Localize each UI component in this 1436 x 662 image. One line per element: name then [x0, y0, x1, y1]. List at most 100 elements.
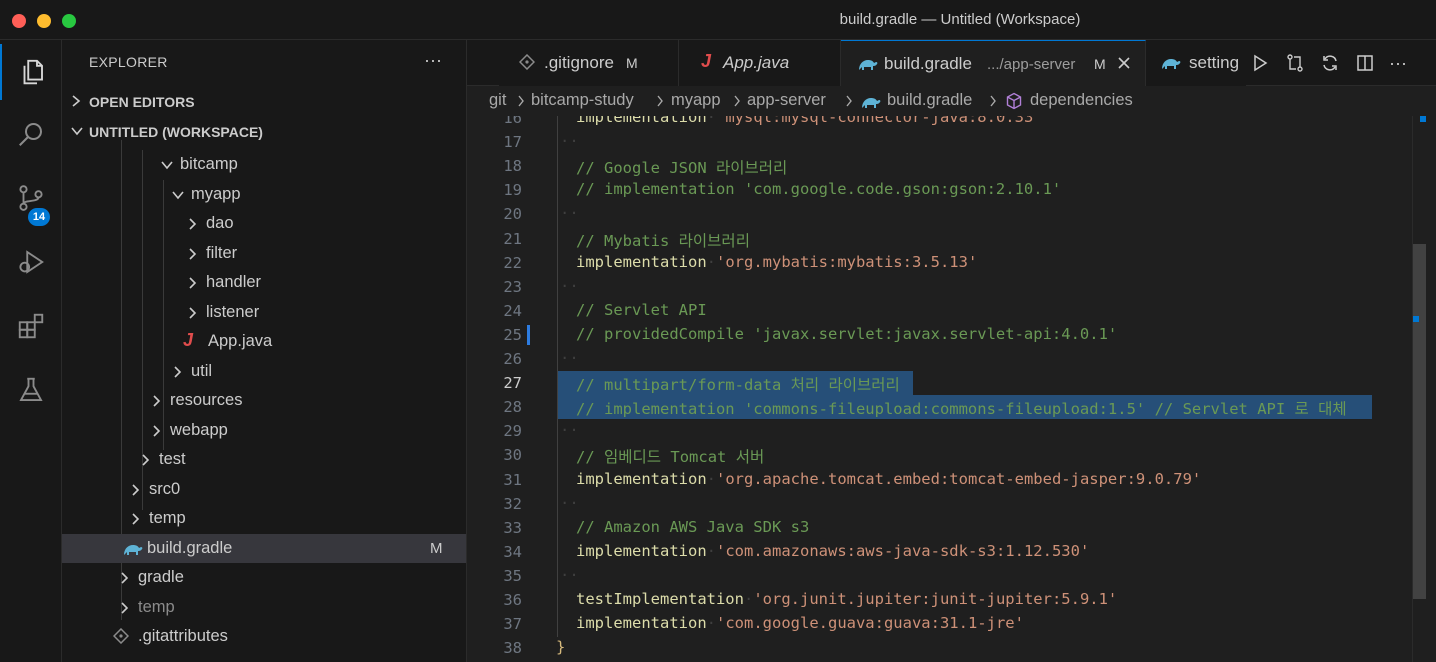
breadcrumb-item[interactable]: bitcamp-study: [531, 91, 634, 110]
run-button[interactable]: [1249, 52, 1271, 74]
line-number: 22: [503, 253, 522, 272]
code-line[interactable]: 24 // Servlet API: [467, 298, 1436, 324]
maximize-window-button[interactable]: [62, 14, 76, 28]
line-number: 37: [503, 615, 522, 634]
tree-folder[interactable]: dao: [62, 209, 466, 238]
tree-folder[interactable]: temp: [62, 504, 466, 533]
whitespace-marker: ··: [560, 204, 579, 223]
whitespace-marker: ··: [560, 276, 579, 295]
tree-folder[interactable]: listener: [62, 298, 466, 327]
code-line[interactable]: 20 ··: [467, 202, 1436, 228]
tree-folder[interactable]: test: [62, 445, 466, 474]
open-editors-section[interactable]: OPEN EDITORS: [62, 88, 466, 116]
breadcrumb-item[interactable]: myapp: [671, 91, 721, 110]
code-line[interactable]: 26 ··: [467, 347, 1436, 372]
breadcrumb-item[interactable]: app-server: [747, 91, 826, 110]
chevron-right-icon: [153, 424, 161, 437]
explorer-activity[interactable]: [0, 44, 62, 100]
code-token: 'org.apache.tomcat.embed:tomcat-embed-ja…: [716, 469, 1202, 488]
code-line[interactable]: 37 implementation·'com.google.guava:guava…: [467, 612, 1436, 638]
tree-folder[interactable]: gradle: [62, 563, 466, 592]
code-line[interactable]: 22 implementation·'org.mybatis:mybatis:3.…: [467, 250, 1436, 276]
chevron-right-icon: [189, 218, 197, 230]
code-line[interactable]: 21 // Mybatis 라이브러리: [467, 226, 1436, 252]
minimize-window-button[interactable]: [37, 14, 51, 28]
indent-guide: [557, 515, 558, 541]
code-line[interactable]: 31 implementation·'org.apache.tomcat.embe…: [467, 467, 1436, 493]
beaker-icon: [19, 377, 43, 401]
code-text: // Amazon AWS Java SDK s3: [576, 518, 809, 536]
tree-folder[interactable]: util: [62, 357, 466, 386]
code-line[interactable]: 29 ··: [467, 419, 1436, 445]
tree-folder[interactable]: bitcamp: [62, 150, 466, 179]
tree-file[interactable]: build.gradle M: [62, 533, 466, 563]
code-line[interactable]: 35 ··: [467, 563, 1436, 589]
search-activity[interactable]: [0, 106, 62, 162]
code-line[interactable]: 19 // implementation 'com.google.code.gso…: [467, 178, 1436, 204]
tab-settings-gradle[interactable]: setting: [1146, 40, 1246, 86]
code-line[interactable]: 32 ··: [467, 491, 1436, 517]
tree-folder[interactable]: src0: [62, 475, 466, 504]
line-number: 38: [503, 639, 522, 658]
code-text: implementation·'org.mybatis:mybatis:3.5.…: [576, 253, 977, 271]
code-line[interactable]: 38}: [467, 636, 1436, 660]
breadcrumb-item[interactable]: dependencies: [1030, 91, 1133, 110]
code-line[interactable]: 30 // 임베디드 Tomcat 서버: [467, 443, 1436, 469]
run-debug-activity[interactable]: [0, 234, 62, 290]
code-text: // implementation 'com.google.code.gson:…: [576, 180, 1061, 198]
close-window-button[interactable]: [12, 14, 26, 28]
tree-folder[interactable]: temp: [62, 593, 466, 622]
code-line[interactable]: 17 ··: [467, 130, 1436, 156]
tab-build-gradle[interactable]: build.gradle .../app-server M: [841, 40, 1146, 87]
chevron-right-icon: [142, 454, 150, 466]
code-text: ··: [560, 204, 579, 222]
tree-item-label: myapp: [191, 184, 241, 203]
tree-folder[interactable]: myapp: [62, 180, 466, 209]
java-icon: J: [183, 330, 194, 350]
code-token: 'org.junit.jupiter:junit-jupiter:5.9.1': [753, 590, 1118, 608]
testing-activity[interactable]: [0, 362, 62, 418]
tree-item-label: App.java: [208, 332, 273, 350]
code-line[interactable]: 27 // multipart/form-data 처리 라이브러리: [467, 371, 1436, 397]
tree-file[interactable]: .gitattributes: [62, 622, 466, 651]
code-line[interactable]: 28 // implementation 'commons-fileupload:…: [467, 395, 1436, 421]
line-number: 32: [503, 494, 522, 513]
code-text: implementation·'mysql:mysql-connector-ja…: [576, 116, 1043, 126]
breadcrumb-item[interactable]: build.gradle: [887, 91, 972, 110]
open-changes-button[interactable]: [1284, 52, 1306, 74]
more-actions-button[interactable]: ···: [424, 50, 442, 71]
extensions-icon: [18, 313, 44, 339]
tab-gitignore[interactable]: .gitignore M: [499, 40, 679, 86]
code-line[interactable]: 36 testImplementation·'org.junit.jupiter:…: [467, 588, 1436, 613]
line-number: 25: [503, 325, 522, 344]
tab-app-java[interactable]: J App.java: [679, 40, 841, 86]
workspace-section[interactable]: UNTITLED (WORKSPACE): [62, 118, 466, 146]
indent-guide: [557, 539, 558, 565]
code-editor[interactable]: 16 implementation·'mysql:mysql-connector-…: [467, 116, 1436, 662]
indent-guide: [557, 395, 558, 421]
source-control-activity[interactable]: 14: [0, 170, 62, 226]
tree-folder[interactable]: resources: [62, 386, 466, 415]
cube-icon: [1006, 92, 1022, 110]
code-line[interactable]: 25 // providedCompile 'javax.servlet:java…: [467, 322, 1436, 348]
files-icon: [23, 59, 43, 85]
code-line[interactable]: 33 // Amazon AWS Java SDK s3: [467, 515, 1436, 541]
breadcrumb-item[interactable]: git: [489, 91, 506, 110]
editor-more-actions-button[interactable]: ···: [1387, 52, 1409, 74]
code-line[interactable]: 18 // Google JSON 라이브러리: [467, 154, 1436, 180]
code-token: ·: [706, 469, 716, 488]
code-line[interactable]: 23 ··: [467, 274, 1436, 300]
code-line[interactable]: 16 implementation·'mysql:mysql-connector-…: [467, 116, 1436, 131]
tree-file[interactable]: J App.java: [62, 327, 466, 356]
extensions-activity[interactable]: [0, 298, 62, 354]
close-icon[interactable]: [1117, 56, 1131, 70]
split-editor-button[interactable]: [1354, 52, 1376, 74]
refresh-button[interactable]: [1319, 52, 1341, 74]
chevron-right-icon: [132, 513, 140, 525]
code-token: // Amazon AWS Java SDK s3: [576, 517, 810, 536]
scrollbar-thumb[interactable]: [1413, 244, 1426, 599]
tree-folder[interactable]: webapp: [62, 416, 466, 445]
tree-folder[interactable]: handler: [62, 268, 466, 297]
code-line[interactable]: 34 implementation·'com.amazonaws:aws-java…: [467, 539, 1436, 565]
tree-folder[interactable]: filter: [62, 239, 466, 268]
